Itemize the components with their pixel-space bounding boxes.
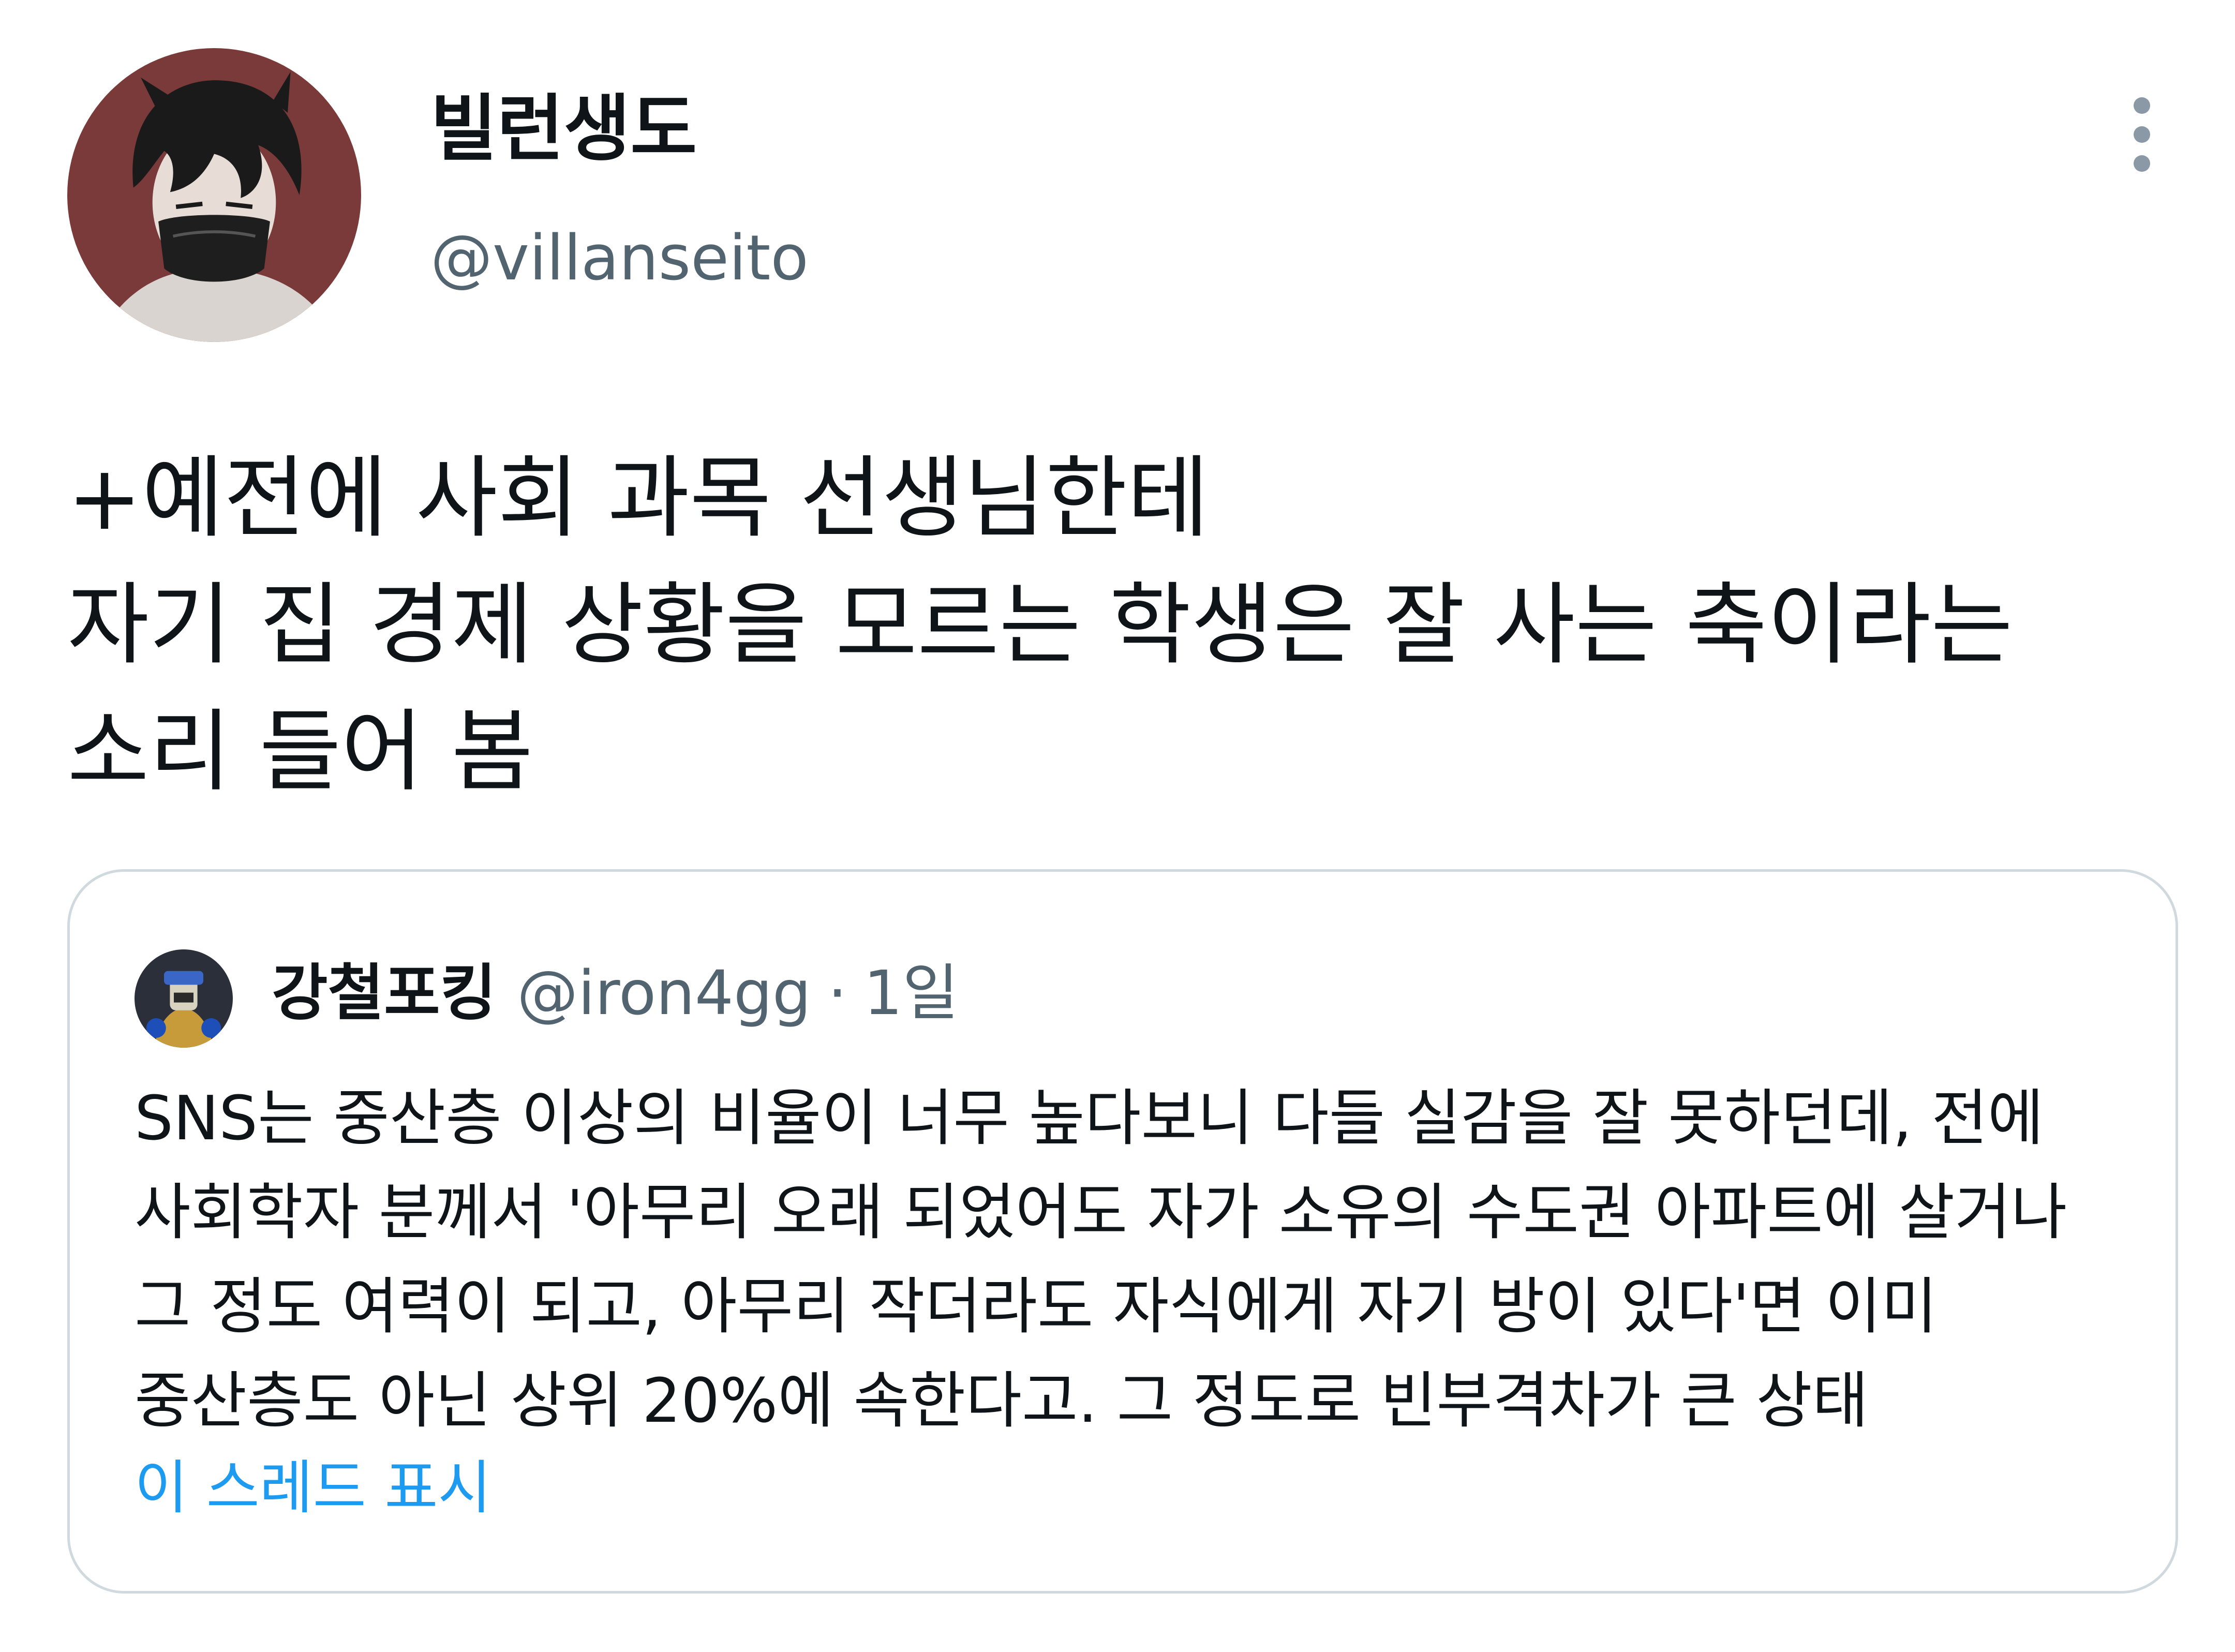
user-avatar-illustration — [67, 48, 361, 342]
show-thread-link[interactable]: 이 스레드 표시 — [135, 1459, 491, 1517]
quoted-author-display-name[interactable]: 강철포킹 — [272, 957, 496, 1029]
quoted-text-line: 중산층도 아닌 상위 20%에 속한다고. 그 정도로 빈부격차가 큰 상태 — [135, 1365, 1869, 1436]
quoted-text-line: 그 정도 여력이 되고, 아무리 작더라도 자식에게 자기 방이 있다'면 이미 — [135, 1271, 1938, 1342]
author-handle[interactable]: @villanseito — [430, 228, 809, 290]
quoted-author-handle[interactable]: @iron4gg — [517, 957, 811, 1029]
tweet-text-line: 소리 들어 봄 — [67, 700, 533, 803]
author-display-name[interactable]: 빌런생도 — [430, 93, 697, 166]
quoted-tweet-card[interactable]: 강철포킹 @iron4gg · 1일 SNS는 중산층 이상의 비율이 너무 높다보니… — [67, 869, 2178, 1594]
quoted-text-line: SNS는 중산층 이상의 비율이 너무 높다보니 다들 실감을 잘 못하던데, … — [135, 1082, 2044, 1154]
more-options-button[interactable] — [2113, 93, 2170, 176]
tweet-text: +예전에 사회 과목 선생님한테 자기 집 경제 상황을 모르는 학생은 잘 사… — [67, 435, 2178, 815]
tweet-text-line: +예전에 사회 과목 선생님한테 — [67, 446, 1210, 550]
quoted-user-avatar — [135, 949, 233, 1048]
quoted-text-line: 사회학자 분께서 '아무리 오래 되었어도 자가 소유의 수도권 아파트에 살거… — [135, 1177, 2067, 1248]
more-vertical-icon — [2134, 97, 2150, 172]
quoted-tweet-timestamp[interactable]: 1일 — [863, 957, 959, 1029]
tweet-text-line: 자기 집 경제 상황을 모르는 학생은 잘 사는 축이라는 — [67, 573, 2013, 677]
author-avatar[interactable] — [67, 48, 361, 342]
separator-dot: · — [827, 957, 847, 1029]
quoted-tweet-text: SNS는 중산층 이상의 비율이 너무 높다보니 다들 실감을 잘 못하던데, … — [135, 1071, 2126, 1448]
quoted-author-avatar[interactable] — [135, 949, 233, 1048]
quoted-tweet-header: 강철포킹 @iron4gg · 1일 — [272, 962, 959, 1023]
